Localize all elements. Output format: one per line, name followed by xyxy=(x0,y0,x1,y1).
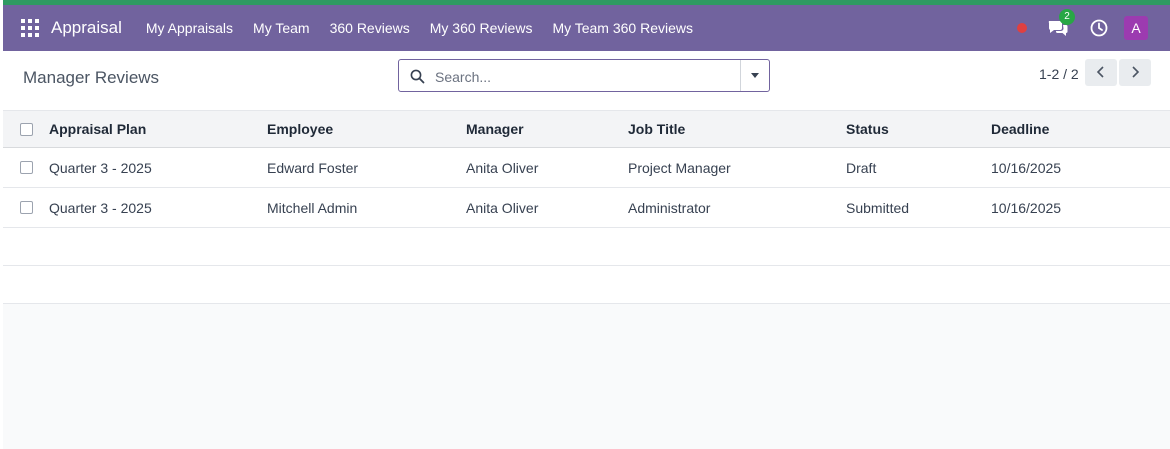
app-name[interactable]: Appraisal xyxy=(51,18,122,38)
empty-row xyxy=(3,266,1170,304)
search-icon xyxy=(410,69,425,84)
column-header-manager[interactable]: Manager xyxy=(466,111,524,147)
column-header-appraisal-plan[interactable]: Appraisal Plan xyxy=(49,111,146,147)
menu-my-appraisals[interactable]: My Appraisals xyxy=(136,20,243,36)
pager-previous-button[interactable] xyxy=(1085,59,1117,86)
apps-grid-icon[interactable] xyxy=(19,17,41,39)
cell-employee: Mitchell Admin xyxy=(267,199,358,216)
cell-deadline: 10/16/2025 xyxy=(991,199,1062,216)
column-header-job-title[interactable]: Job Title xyxy=(628,111,685,147)
cell-employee: Edward Foster xyxy=(267,159,359,176)
pager-next-button[interactable] xyxy=(1119,59,1151,86)
chevron-right-icon xyxy=(1132,66,1140,78)
menu-my-team[interactable]: My Team xyxy=(243,20,320,36)
column-header-status[interactable]: Status xyxy=(846,111,889,147)
cell-deadline: 10/16/2025 xyxy=(991,159,1062,176)
cell-job-title: Project Manager xyxy=(628,159,731,176)
search-input[interactable] xyxy=(433,66,737,88)
cell-job-title: Administrator xyxy=(628,199,711,216)
menu-my-360-reviews[interactable]: My 360 Reviews xyxy=(420,20,543,36)
main-navbar: Appraisal My Appraisals My Team 360 Revi… xyxy=(3,5,1170,51)
reviews-table: Appraisal Plan Employee Manager Job Titl… xyxy=(3,111,1170,304)
cell-manager: Anita Oliver xyxy=(466,199,539,216)
column-header-deadline[interactable]: Deadline xyxy=(991,111,1049,147)
search-options-toggle[interactable] xyxy=(740,60,769,91)
clock-icon xyxy=(1090,19,1108,37)
empty-row xyxy=(3,228,1170,266)
row-checkbox[interactable] xyxy=(20,161,33,174)
app-window: Appraisal My Appraisals My Team 360 Revi… xyxy=(3,5,1170,449)
cell-manager: Anita Oliver xyxy=(466,159,539,176)
activities-button[interactable] xyxy=(1090,19,1108,37)
pager-value[interactable]: 1-2 / 2 xyxy=(1039,66,1079,82)
table-header-row: Appraisal Plan Employee Manager Job Titl… xyxy=(3,111,1170,148)
control-panel: Manager Reviews 1-2 / 2 xyxy=(3,51,1170,111)
cell-appraisal-plan: Quarter 3 - 2025 xyxy=(49,159,152,176)
navbar-systray: 2 A xyxy=(1017,5,1170,51)
recording-dot-icon xyxy=(1017,23,1027,33)
column-header-employee[interactable]: Employee xyxy=(267,111,333,147)
search-box xyxy=(398,59,770,92)
messages-button[interactable]: 2 xyxy=(1047,9,1075,39)
select-all-checkbox[interactable] xyxy=(20,123,33,136)
row-checkbox[interactable] xyxy=(20,201,33,214)
menu-360-reviews[interactable]: 360 Reviews xyxy=(320,20,420,36)
page-title: Manager Reviews xyxy=(23,68,160,87)
menu-my-team-360-reviews[interactable]: My Team 360 Reviews xyxy=(542,20,703,36)
user-avatar[interactable]: A xyxy=(1124,16,1148,40)
table-row[interactable]: Quarter 3 - 2025 Mitchell Admin Anita Ol… xyxy=(3,188,1170,228)
cell-appraisal-plan: Quarter 3 - 2025 xyxy=(49,199,152,216)
message-count-badge: 2 xyxy=(1059,9,1075,25)
cell-status: Draft xyxy=(846,159,877,176)
cell-status: Submitted xyxy=(846,199,910,216)
table-row[interactable]: Quarter 3 - 2025 Edward Foster Anita Oli… xyxy=(3,148,1170,188)
chevron-left-icon xyxy=(1096,66,1104,78)
